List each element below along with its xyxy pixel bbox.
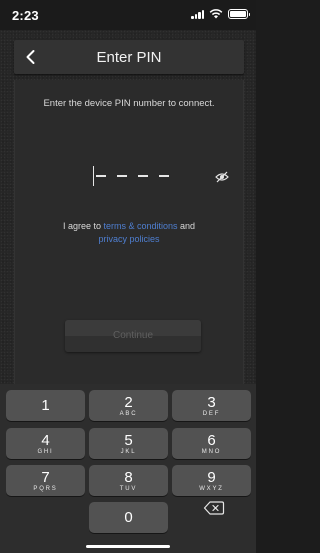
key-0[interactable]: 0	[89, 502, 168, 533]
instruction-text: Enter the device PIN number to connect.	[43, 98, 215, 109]
backspace-icon[interactable]	[203, 500, 225, 516]
key-letters: PQRS	[33, 486, 58, 492]
key-4[interactable]: 4 GHI	[6, 428, 85, 459]
key-5[interactable]: 5 JKL	[89, 428, 168, 459]
key-1[interactable]: 1	[6, 390, 85, 421]
pin-digit-slot	[96, 175, 107, 177]
status-bar: 2:23	[0, 0, 256, 30]
key-letters: WXYZ	[199, 486, 224, 492]
key-digit: 7	[41, 469, 50, 486]
key-letters: TUV	[119, 486, 138, 492]
pin-panel: Enter the device PIN number to connect. …	[14, 80, 244, 390]
battery-icon	[228, 9, 250, 19]
pin-input[interactable]	[93, 166, 170, 186]
pin-digit-slot	[117, 175, 128, 177]
status-time: 2:23	[12, 8, 39, 23]
key-letters: MNO	[201, 449, 222, 455]
agreement-text: I agree to terms & conditions and privac…	[15, 220, 243, 246]
key-6[interactable]: 6 MNO	[172, 428, 251, 459]
agreement-prefix: I agree to	[62, 221, 104, 231]
key-digit: 9	[207, 469, 216, 486]
wifi-icon	[209, 9, 223, 19]
key-letters: ABC	[119, 411, 138, 417]
key-3[interactable]: 3 DEF	[172, 390, 251, 421]
privacy-link[interactable]: privacy policies	[98, 234, 159, 244]
text-cursor	[93, 166, 95, 186]
key-letters: GHI	[37, 449, 54, 455]
page-title: Enter PIN	[96, 49, 162, 66]
key-digit: 4	[41, 432, 50, 449]
key-digit: 5	[124, 432, 133, 449]
home-indicator[interactable]	[86, 545, 170, 548]
numeric-keypad: 1 2 ABC 3 DEF 4 GHI 5 JKL 6 MNO 7 PQRS 8…	[0, 384, 256, 553]
header-bar: Enter PIN	[14, 40, 244, 74]
key-digit: 0	[124, 509, 133, 526]
status-icons	[191, 9, 250, 19]
key-digit: 6	[207, 432, 216, 449]
pin-digit-slot	[159, 175, 170, 177]
eye-slash-icon[interactable]	[215, 170, 229, 183]
key-7[interactable]: 7 PQRS	[6, 465, 85, 496]
key-digit: 2	[124, 394, 133, 411]
cellular-signal-icon	[191, 9, 204, 19]
continue-button[interactable]: Continue	[65, 320, 201, 352]
key-8[interactable]: 8 TUV	[89, 465, 168, 496]
key-letters: JKL	[120, 449, 137, 455]
pin-digit-slot	[138, 175, 149, 177]
key-2[interactable]: 2 ABC	[89, 390, 168, 421]
key-digit: 3	[207, 394, 216, 411]
terms-link[interactable]: terms & conditions	[103, 221, 177, 231]
agreement-conjunction: and	[177, 221, 196, 231]
key-digit: 8	[124, 469, 133, 486]
key-letters: DEF	[202, 411, 221, 417]
key-digit: 1	[41, 397, 50, 414]
key-9[interactable]: 9 WXYZ	[172, 465, 251, 496]
